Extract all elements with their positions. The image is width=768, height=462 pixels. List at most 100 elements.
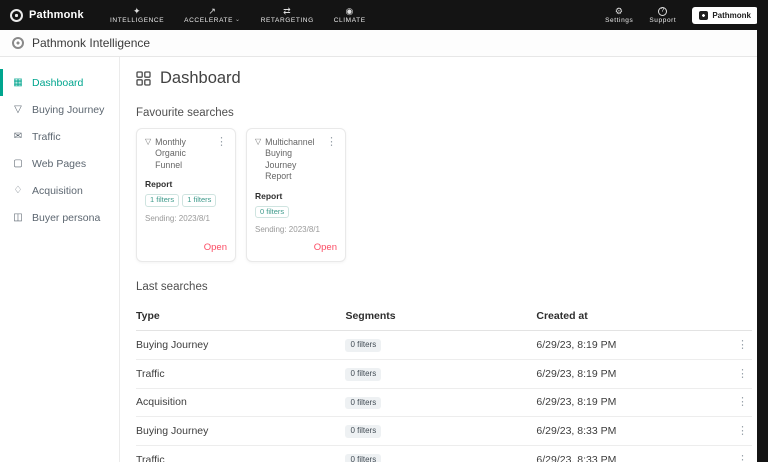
gear-icon: ⚙ <box>615 7 624 16</box>
row-created-at: 6/29/23, 8:33 PM <box>536 417 715 446</box>
column-header-created-at: Created at <box>536 301 715 331</box>
row-type: Buying Journey <box>136 330 345 359</box>
favourite-search-card: ▽ Monthly Organic Funnel ⋮ Report 1 filters1… <box>136 128 236 262</box>
card-menu-icon[interactable]: ⋮ <box>326 137 337 148</box>
page-title-row: Dashboard <box>136 69 752 88</box>
sidebar-item-buyer-persona[interactable]: ◫ Buyer persona <box>0 204 119 231</box>
filter-badge: 0 filters <box>255 206 289 218</box>
topbar-right: ⚙ Settings ? Support Pathmonk <box>605 7 758 24</box>
nav-label: ACCELERATE <box>184 17 233 24</box>
row-created-at: 6/29/23, 8:33 PM <box>536 446 715 462</box>
segments-badge: 0 filters <box>345 368 381 381</box>
topbar: Pathmonk ✦ INTELLIGENCE ↗ ACCELERATE ⌄ ⇄… <box>0 0 768 30</box>
sidebar-item-label: Web Pages <box>32 158 86 170</box>
nav-item-intelligence[interactable]: ✦ INTELLIGENCE <box>110 7 164 24</box>
column-header-type: Type <box>136 301 345 331</box>
row-type: Buying Journey <box>136 417 345 446</box>
row-type: Traffic <box>136 359 345 388</box>
app-title: Pathmonk Intelligence <box>32 36 150 50</box>
support-button[interactable]: ? Support <box>649 7 676 24</box>
table-row: Traffic0 filters6/29/23, 8:33 PM⋮ <box>136 446 752 462</box>
pathmonk-mini-logo-icon <box>699 11 708 20</box>
funnel-icon: ▽ <box>145 137 151 147</box>
page-title: Dashboard <box>160 69 241 88</box>
row-menu-icon[interactable]: ⋮ <box>737 454 748 462</box>
card-sending-date: Sending: 2023/8/1 <box>145 214 227 223</box>
sidebar-item-traffic[interactable]: ✉ Traffic <box>0 123 119 150</box>
card-report-label: Report <box>145 179 227 189</box>
row-created-at: 6/29/23, 8:19 PM <box>536 359 715 388</box>
column-header-segments: Segments <box>345 301 536 331</box>
open-link[interactable]: Open <box>145 234 227 253</box>
column-header-actions <box>715 301 752 331</box>
app-subheader: Pathmonk Intelligence <box>0 30 768 57</box>
pathmonk-brand[interactable]: Pathmonk <box>10 9 98 22</box>
pathmonk-intelligence-logo-icon <box>12 37 24 49</box>
trend-up-icon: ↗ <box>208 7 216 16</box>
settings-button[interactable]: ⚙ Settings <box>605 7 633 24</box>
filter-badge: 1 filters <box>145 194 179 206</box>
last-searches-table: Type Segments Created at Buying Journey0… <box>136 301 752 462</box>
card-menu-icon[interactable]: ⋮ <box>216 137 227 148</box>
main-content: Dashboard Favourite searches ▽ Monthly Or… <box>120 57 768 462</box>
open-link[interactable]: Open <box>255 234 337 253</box>
table-row: Buying Journey0 filters 6/29/23, 8:33 PM ⋮ <box>136 417 752 446</box>
sidebar-item-label: Traffic <box>32 131 61 143</box>
row-created-at: 6/29/23, 8:19 PM <box>536 330 715 359</box>
card-report-label: Report <box>255 191 337 201</box>
sidebar-item-label: Acquisition <box>32 185 83 197</box>
nav-label: INTELLIGENCE <box>110 17 164 24</box>
traffic-icon: ✉ <box>12 132 24 142</box>
row-menu-icon[interactable]: ⋮ <box>737 368 748 380</box>
buyer-persona-icon: ◫ <box>12 213 24 223</box>
card-badges: 1 filters1 filters <box>145 194 227 206</box>
row-created-at: 6/29/23, 8:19 PM <box>536 388 715 417</box>
row-menu-icon[interactable]: ⋮ <box>737 425 748 437</box>
row-type: Acquisition <box>136 388 345 417</box>
sidebar-item-buying-journey[interactable]: ▽ Buying Journey <box>0 96 119 123</box>
nav-item-accelerate[interactable]: ↗ ACCELERATE ⌄ <box>184 7 241 24</box>
segments-badge: 0 filters <box>345 454 381 462</box>
brand-name: Pathmonk <box>29 9 84 21</box>
nav-item-retargeting[interactable]: ⇄ RETARGETING <box>261 7 314 24</box>
funnel-icon: ▽ <box>255 137 261 147</box>
favourite-searches-heading: Favourite searches <box>136 107 752 119</box>
card-title: Monthly Organic Funnel <box>155 137 212 171</box>
segments-badge: 0 filters <box>345 425 381 438</box>
favourite-cards: ▽ Monthly Organic Funnel ⋮ Report 1 filters1… <box>136 128 752 262</box>
pathmonk-logo-icon <box>10 9 23 22</box>
funnel-icon: ▽ <box>12 105 24 115</box>
account-button-label: Pathmonk <box>712 11 751 20</box>
segments-badge: 0 filters <box>345 339 381 352</box>
nav-label: CLIMATE <box>334 17 366 24</box>
row-menu-icon[interactable]: ⋮ <box>737 339 748 351</box>
table-row: Buying Journey0 filters 6/29/23, 8:19 PM ⋮ <box>136 330 752 359</box>
nav-item-climate[interactable]: ◉ CLIMATE <box>334 7 366 24</box>
last-searches-body: Buying Journey0 filters6/29/23, 8:19 PM⋮… <box>136 330 752 462</box>
filter-badge: 1 filters <box>182 194 216 206</box>
segments-badge: 0 filters <box>345 397 381 410</box>
card-title: Multichannel Buying Journey Report <box>265 137 322 183</box>
support-label: Support <box>649 17 676 24</box>
shuffle-icon: ⇄ <box>283 7 291 16</box>
sidebar-item-label: Buying Journey <box>32 104 104 116</box>
sidebar-item-web-pages[interactable]: ▢ Web Pages <box>0 150 119 177</box>
sidebar-item-acquisition[interactable]: ♢ Acquisition <box>0 177 119 204</box>
sidebar: ▦ Dashboard ▽ Buying Journey ✉ Traffic ▢… <box>0 57 120 462</box>
card-badges: 0 filters <box>255 206 337 218</box>
globe-icon: ◉ <box>345 7 353 16</box>
account-button[interactable]: Pathmonk <box>692 7 758 24</box>
row-menu-icon[interactable]: ⋮ <box>737 396 748 408</box>
sidebar-item-dashboard[interactable]: ▦ Dashboard <box>0 69 119 96</box>
sparkle-icon: ✦ <box>133 7 141 16</box>
sidebar-item-label: Buyer persona <box>32 212 100 224</box>
top-navigation: ✦ INTELLIGENCE ↗ ACCELERATE ⌄ ⇄ RETARGET… <box>110 7 366 24</box>
app-body: ▦ Dashboard ▽ Buying Journey ✉ Traffic ▢… <box>0 57 768 462</box>
question-icon: ? <box>658 7 667 16</box>
dashboard-grid-icon: ▦ <box>12 78 24 88</box>
window-edge <box>757 0 768 462</box>
web-pages-icon: ▢ <box>12 159 24 169</box>
table-row: Traffic0 filters 6/29/23, 8:19 PM ⋮ <box>136 359 752 388</box>
chevron-down-icon: ⌄ <box>235 17 241 23</box>
table-header-row: Type Segments Created at <box>136 301 752 331</box>
